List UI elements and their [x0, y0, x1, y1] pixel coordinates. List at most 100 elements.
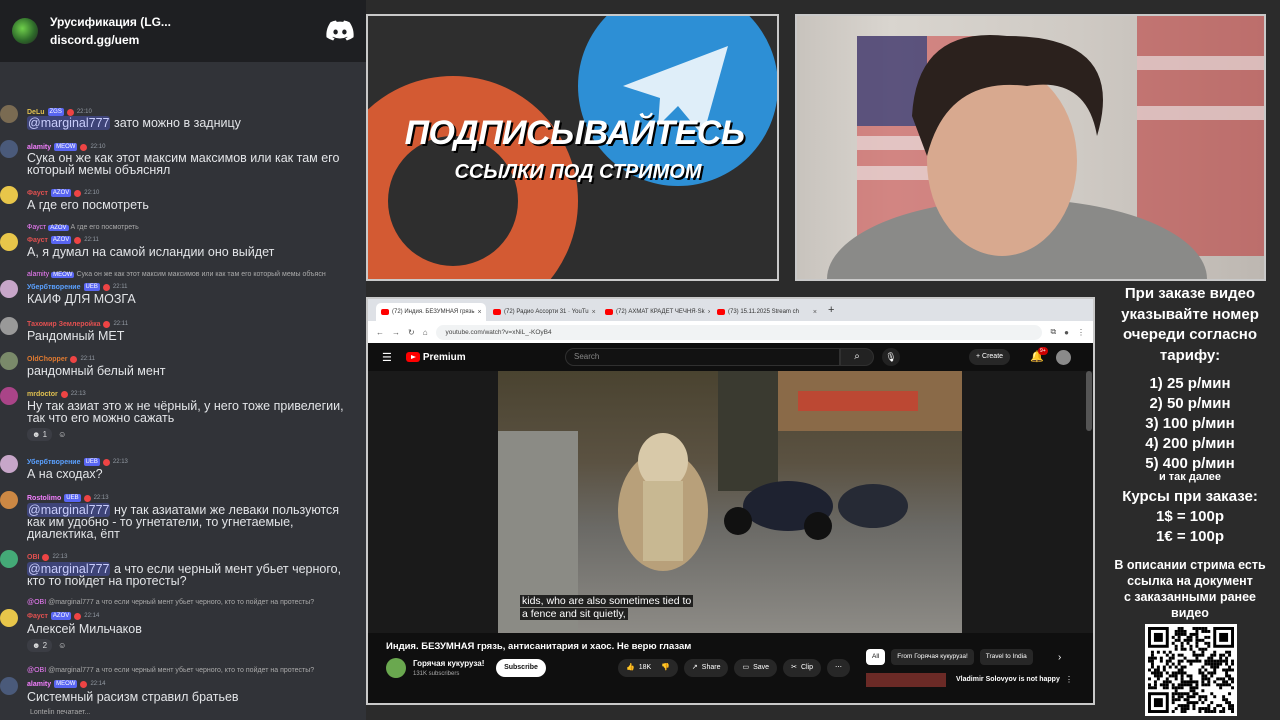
chat-message-list[interactable]: DeLu ZGS 22:10 @marginal777 зато можно в за…: [0, 62, 366, 720]
reaction-button[interactable]: ☻ 2: [27, 639, 53, 652]
account-avatar[interactable]: [1056, 350, 1071, 365]
username[interactable]: OBI: [27, 554, 39, 561]
youtube-play-icon: [405, 352, 420, 362]
video-frame[interactable]: [498, 371, 962, 633]
user-avatar[interactable]: [0, 233, 18, 251]
youtube-favicon-icon: [381, 309, 389, 315]
chip-travel[interactable]: Travel to India: [979, 649, 1033, 665]
username[interactable]: DeLu: [27, 109, 45, 116]
youtube-logo[interactable]: Premium: [405, 352, 466, 363]
user-avatar[interactable]: [0, 105, 18, 123]
microphone-icon[interactable]: 🎙: [882, 348, 900, 366]
user-avatar[interactable]: [0, 455, 18, 473]
new-tab-icon[interactable]: +: [828, 304, 834, 316]
close-icon[interactable]: ×: [813, 309, 817, 316]
search-icon[interactable]: ⌕: [840, 348, 874, 366]
share-button[interactable]: ↗ Share: [683, 659, 729, 677]
qr-code[interactable]: [1145, 624, 1237, 716]
reply-preview[interactable]: @OBI @marginal777 а что если черный мент…: [27, 599, 314, 606]
role-badge: ZGS: [47, 108, 64, 116]
back-icon[interactable]: ←: [376, 328, 384, 337]
server-header[interactable]: Урусификация (LG... discord.gg/uem: [0, 0, 366, 62]
page-scrollbar[interactable]: [1086, 371, 1092, 431]
caption-line: a fence and sit quietly,: [520, 608, 628, 620]
recommendation-thumbnail[interactable]: [866, 673, 946, 687]
browser-menu-icon[interactable]: ⋮: [1077, 328, 1085, 337]
url-input[interactable]: youtube.com/watch?v=xNiL_-KOyB4: [435, 324, 1043, 340]
reaction-count: 2: [42, 641, 48, 650]
reply-preview[interactable]: Фауст AZOV А где его посмотреть: [27, 224, 139, 232]
server-invite[interactable]: discord.gg/uem: [50, 33, 326, 47]
hamburger-menu-icon[interactable]: ☰: [382, 351, 392, 364]
extensions-icon[interactable]: ⧉: [1050, 327, 1056, 337]
create-button[interactable]: + Create: [969, 349, 1011, 365]
more-actions-button[interactable]: ⋯: [827, 659, 850, 677]
close-icon[interactable]: ×: [478, 309, 482, 316]
message-meta: mrdoctor 22:13: [27, 389, 86, 399]
browser-tab-bar: (72) Индия. БЕЗУМНАЯ грязь × (72) Радио Ас…: [368, 299, 1093, 321]
browser-tab-label: (72) АХМАТ КРАДЕТ ЧЕЧНЯ·Sk: [616, 309, 705, 315]
video-player[interactable]: kids, who are also sometimes tied to a f…: [368, 371, 1093, 633]
username[interactable]: Фауст: [27, 613, 48, 620]
reply-preview[interactable]: @OBI @marginal777 а что если черный мент…: [27, 667, 314, 674]
chip-all[interactable]: All: [866, 649, 886, 665]
browser-tab[interactable]: (73) 15.11.2025 Stream ch ×: [712, 303, 822, 321]
reply-preview[interactable]: alamity MEOW Сука он же как этот максим …: [27, 271, 326, 279]
username[interactable]: Убербтворение: [27, 459, 81, 466]
user-avatar[interactable]: [0, 677, 18, 695]
channel-avatar[interactable]: [386, 658, 406, 678]
chevron-right-icon[interactable]: ›: [1058, 652, 1061, 663]
rates-title: Курсы при заказе:: [1122, 488, 1258, 505]
recommendation-chips: All From Горячая кукуруза! Travel to Ind…: [866, 649, 1033, 665]
user-avatar[interactable]: [0, 387, 18, 405]
user-avatar[interactable]: [0, 186, 18, 204]
username[interactable]: Убербтворение: [27, 284, 81, 291]
like-button[interactable]: 👍 18K 👎: [618, 659, 678, 677]
home-icon[interactable]: ⌂: [423, 328, 428, 337]
clip-button[interactable]: ✂ Clip: [783, 659, 821, 677]
pricing-heading-line: тарифу:: [1159, 346, 1221, 364]
username[interactable]: OldChopper: [27, 356, 67, 363]
user-avatar[interactable]: [0, 550, 18, 568]
user-avatar[interactable]: [0, 280, 18, 298]
username[interactable]: alamity: [27, 681, 51, 688]
chip-from-channel[interactable]: From Горячая кукуруза!: [891, 649, 974, 665]
close-icon[interactable]: ×: [592, 309, 596, 316]
qr-code-icon: [1148, 627, 1234, 713]
username[interactable]: Тахомир Землеройка: [27, 321, 100, 328]
username[interactable]: Фауст: [27, 190, 48, 197]
browser-tab[interactable]: (72) Индия. БЕЗУМНАЯ грязь ×: [376, 303, 486, 321]
reaction-button[interactable]: ☻ 1: [27, 428, 53, 441]
user-avatar[interactable]: [0, 609, 18, 627]
profile-icon[interactable]: ●: [1064, 328, 1069, 337]
more-vertical-icon[interactable]: ⋮: [1065, 675, 1073, 684]
role-badge: MEOW: [54, 680, 78, 688]
message-time: 22:10: [90, 144, 106, 150]
username[interactable]: Фауст: [27, 237, 48, 244]
save-button[interactable]: ▭ Save: [734, 659, 778, 677]
username[interactable]: Rostolimo: [27, 495, 61, 502]
reply-user: @OBI: [27, 667, 47, 674]
user-avatar[interactable]: [0, 491, 18, 509]
video-title: Индия. БЕЗУМНАЯ грязь, антисанитария и х…: [386, 641, 692, 652]
pricing-note-line: В описании стрима есть: [1114, 558, 1266, 572]
reload-icon[interactable]: ↻: [408, 328, 415, 337]
user-avatar[interactable]: [0, 317, 18, 335]
close-icon[interactable]: ×: [708, 309, 710, 316]
username[interactable]: mrdoctor: [27, 391, 58, 398]
username[interactable]: alamity: [27, 144, 51, 151]
add-reaction-icon[interactable]: ☺: [58, 430, 66, 439]
add-reaction-icon[interactable]: ☺: [58, 641, 66, 650]
user-avatar[interactable]: [0, 140, 18, 158]
browser-tab[interactable]: (72) АХМАТ КРАДЕТ ЧЕЧНЯ·Sk×: [600, 303, 710, 321]
thumbs-down-icon[interactable]: 👎: [661, 659, 670, 677]
message-text: Системный расизм стравил братьев: [27, 691, 239, 704]
browser-tab[interactable]: (72) Радио Ассорти 31 · YouTu ×: [488, 303, 598, 321]
user-mention[interactable]: @marginal777: [27, 116, 111, 130]
subscribe-button[interactable]: Subscribe: [496, 659, 546, 677]
youtube-search-input[interactable]: Search: [565, 348, 840, 366]
channel-name[interactable]: Горячая кукуруза!: [413, 659, 484, 668]
user-avatar[interactable]: [0, 352, 18, 370]
forward-icon[interactable]: →: [392, 328, 400, 337]
recommendation-title[interactable]: Vladimir Solovyov is not happy: [956, 676, 1060, 683]
